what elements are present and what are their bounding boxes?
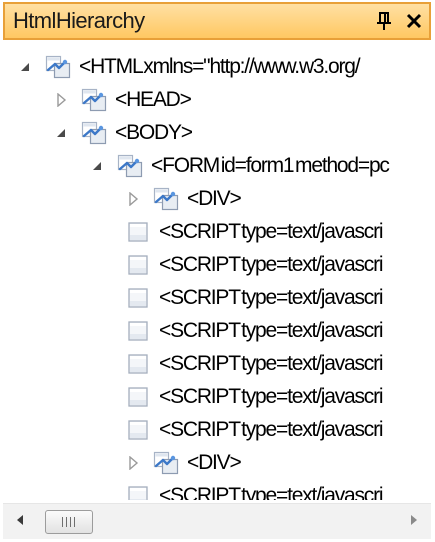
tree-node-row[interactable]: <DIV> (125, 446, 242, 480)
collapsed-triangle-icon[interactable] (53, 92, 69, 108)
leaf-element-icon (125, 318, 151, 344)
tree-node-label: <FORM id=form1 method=pc (151, 154, 390, 177)
tree-node-row[interactable]: <FORM id=form1 method=pc (89, 149, 390, 183)
leaf-element-icon (125, 351, 151, 377)
scroll-grip-icon (62, 517, 76, 527)
expanded-triangle-icon[interactable] (17, 59, 33, 75)
tree-node-label: <DIV> (187, 451, 242, 474)
pin-button[interactable] (369, 5, 399, 37)
collapsed-triangle-icon[interactable] (125, 191, 141, 207)
tree-node-label: <HTML xmlns="http://www.w3.org/ (79, 55, 361, 78)
pin-icon (375, 11, 393, 31)
leaf-element-icon (125, 285, 151, 311)
tree-node-row[interactable]: <SCRIPT type=text/javascri (125, 380, 384, 414)
close-icon (406, 13, 422, 29)
expanded-triangle-icon[interactable] (53, 125, 69, 141)
tree-node-row[interactable]: <SCRIPT type=text/javascri (125, 314, 384, 348)
panel-titlebar[interactable]: HtmlHierarchy (3, 2, 431, 40)
tree-node-row[interactable]: <SCRIPT type=text/javascri (125, 479, 384, 500)
tree-node-label: <SCRIPT type=text/javascri (159, 319, 384, 342)
leaf-element-icon (125, 417, 151, 443)
scroll-left-arrow-icon (15, 513, 25, 531)
collapsed-triangle-icon[interactable] (125, 455, 141, 471)
element-folder-icon (81, 87, 107, 113)
leaf-element-icon (125, 219, 151, 245)
scroll-right-arrow-icon (409, 513, 419, 531)
tree-node-label: <SCRIPT type=text/javascri (159, 385, 384, 408)
tree-node-label: <SCRIPT type=text/javascri (159, 484, 384, 500)
panel-title: HtmlHierarchy (13, 8, 145, 33)
tree-node-row[interactable]: <SCRIPT type=text/javascri (125, 248, 384, 282)
tree-node-row[interactable]: <SCRIPT type=text/javascri (125, 347, 384, 381)
html-tree-view[interactable]: <HTML xmlns="http://www.w3.org/ <HEAD> <BO… (3, 42, 431, 500)
scroll-left-button[interactable] (3, 504, 37, 540)
tree-node-row[interactable]: <SCRIPT type=text/javascri (125, 281, 384, 315)
leaf-element-icon (125, 252, 151, 278)
html-hierarchy-panel: HtmlHierarchy <HTML xmlns="http://www.w3… (0, 0, 435, 542)
leaf-element-icon (125, 483, 151, 500)
tree-node-label: <SCRIPT type=text/javascri (159, 220, 384, 243)
scroll-right-button[interactable] (397, 504, 431, 540)
tree-node-row[interactable]: <DIV> (125, 182, 242, 216)
tree-node-label: <DIV> (187, 187, 242, 210)
leaf-element-icon (125, 384, 151, 410)
expanded-triangle-icon[interactable] (89, 158, 105, 174)
element-folder-icon (153, 450, 179, 476)
tree-node-label: <SCRIPT type=text/javascri (159, 352, 384, 375)
tree-node-label: <SCRIPT type=text/javascri (159, 286, 384, 309)
tree-node-row[interactable]: <BODY> (53, 116, 193, 150)
tree-node-row[interactable]: <HTML xmlns="http://www.w3.org/ (17, 50, 361, 84)
element-folder-icon (81, 120, 107, 146)
horizontal-scrollbar[interactable] (3, 503, 431, 539)
element-folder-icon (153, 186, 179, 212)
close-button[interactable] (399, 5, 429, 37)
tree-node-label: <BODY> (115, 121, 193, 144)
tree-node-label: <SCRIPT type=text/javascri (159, 253, 384, 276)
element-folder-icon (117, 153, 143, 179)
tree-node-label: <SCRIPT type=text/javascri (159, 418, 384, 441)
element-folder-icon (45, 54, 71, 80)
tree-node-row[interactable]: <SCRIPT type=text/javascri (125, 413, 384, 447)
tree-node-row[interactable]: <HEAD> (53, 83, 192, 117)
tree-node-label: <HEAD> (115, 88, 192, 111)
scroll-thumb[interactable] (45, 510, 93, 534)
tree-node-row[interactable]: <SCRIPT type=text/javascri (125, 215, 384, 249)
